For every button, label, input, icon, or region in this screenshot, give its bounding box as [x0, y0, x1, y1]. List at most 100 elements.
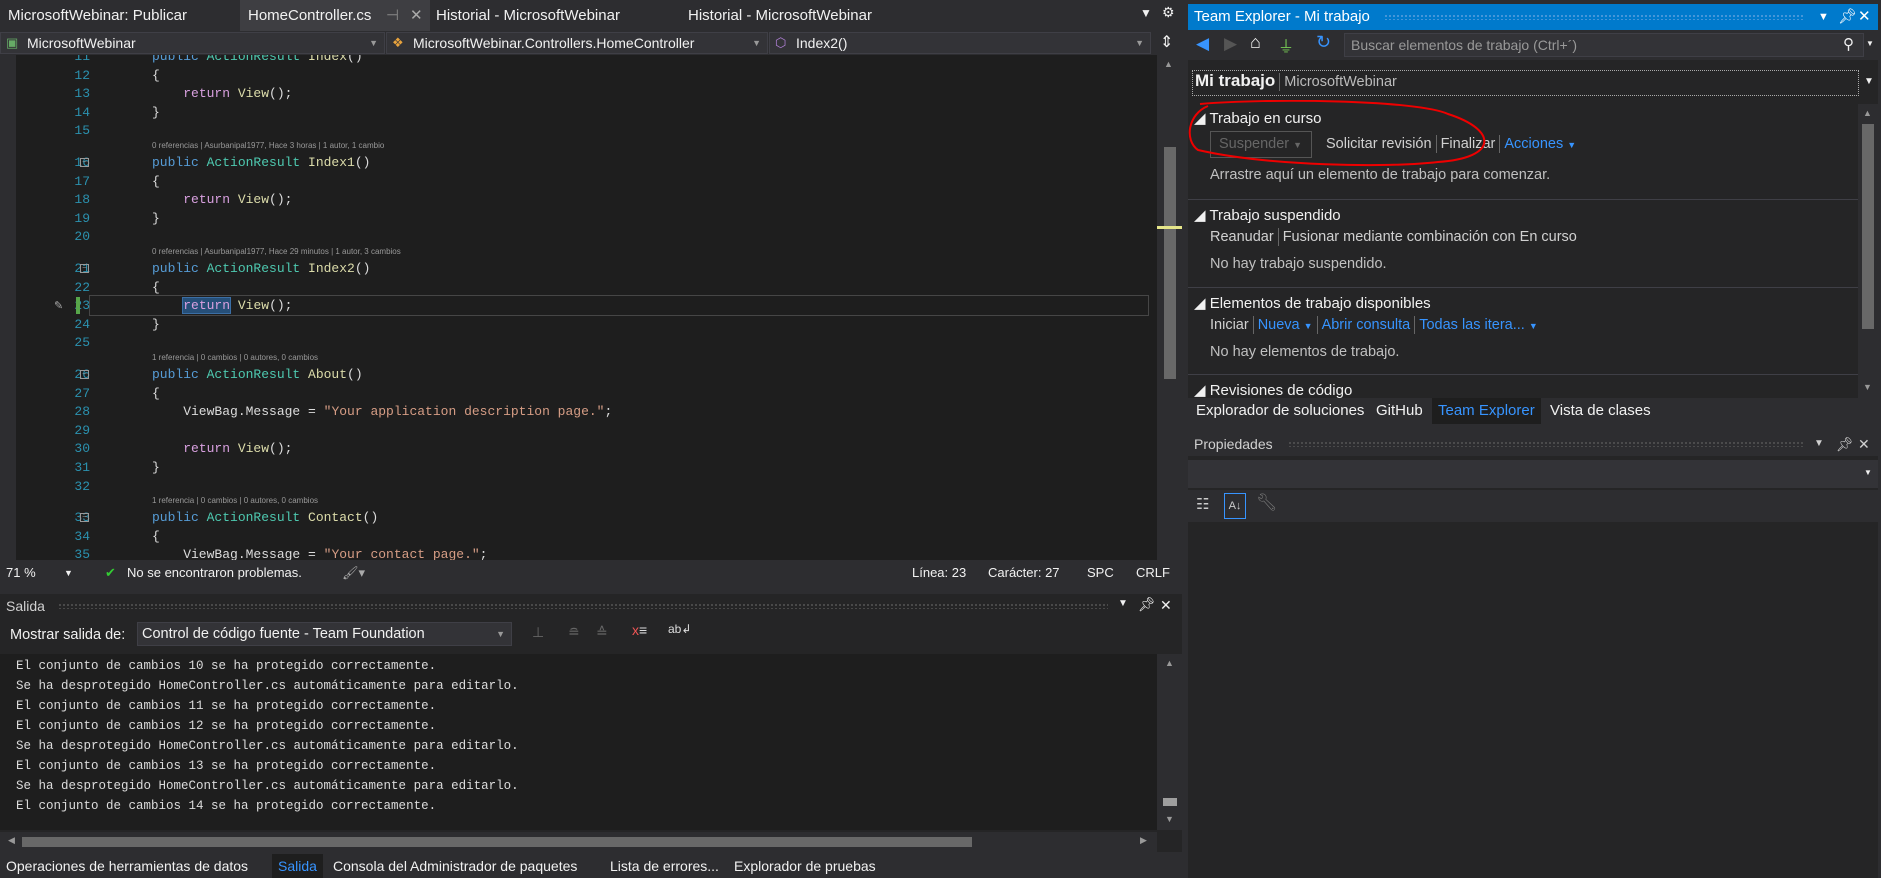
tab-output[interactable]: Salida — [272, 854, 323, 878]
code-line[interactable]: 17 { — [0, 172, 1157, 191]
open-query-link[interactable]: Abrir consulta — [1322, 317, 1411, 333]
start-link[interactable]: Iniciar — [1210, 317, 1249, 333]
scroll-up-icon[interactable]: ▲ — [1165, 658, 1174, 668]
codelens-info[interactable]: 1 referencia | 0 cambios | 0 autores, 0 … — [152, 496, 318, 505]
code-line[interactable]: 24} — [0, 315, 1157, 334]
word-wrap-icon[interactable]: ab↲ — [668, 622, 691, 636]
code-line[interactable]: 35 ViewBag.Message = "Your contact page.… — [0, 545, 1157, 560]
code-line[interactable]: 15 — [0, 121, 1157, 140]
next-message-icon[interactable]: ≙ — [596, 624, 608, 641]
drag-handle[interactable] — [58, 603, 1108, 609]
refresh-icon[interactable]: ↻ — [1316, 32, 1331, 53]
code-line[interactable]: 16− public ActionResult Index1() — [0, 153, 1157, 172]
code-line[interactable]: 28 ViewBag.Message = "Your application d… — [0, 402, 1157, 421]
section-header[interactable]: ◢ Revisiones de código — [1194, 381, 1352, 398]
close-icon[interactable]: ✕ — [1858, 4, 1871, 30]
code-line[interactable]: 33− public ActionResult Contact() — [0, 508, 1157, 527]
output-horizontal-scrollbar[interactable]: ◀ ▶ — [0, 832, 1157, 852]
team-explorer-scrollbar[interactable]: ▲ ▼ — [1858, 104, 1878, 398]
close-icon[interactable]: ✕ — [1160, 597, 1172, 614]
output-source-select[interactable]: Control de código fuente - Team Foundati… — [137, 622, 512, 646]
connect-icon[interactable]: ⏚ — [1278, 33, 1294, 57]
scrollbar-thumb[interactable] — [22, 837, 972, 847]
section-header[interactable]: ◢ Elementos de trabajo disponibles — [1194, 294, 1431, 312]
property-pages-icon[interactable]: 🔧︎ — [1256, 493, 1278, 513]
problems-status[interactable]: No se encontraron problemas. — [127, 560, 302, 586]
scrollbar-thumb[interactable] — [1862, 124, 1874, 329]
scrollbar-thumb[interactable] — [1163, 798, 1177, 806]
codelens-info[interactable]: 1 referencia | 0 cambios | 0 autores, 0 … — [152, 353, 318, 362]
brush-icon[interactable]: 🖌▾ — [342, 560, 365, 586]
dropdown-icon[interactable]: ▼ — [1818, 4, 1829, 30]
scroll-down-icon[interactable]: ▼ — [1165, 814, 1174, 824]
code-line[interactable]: 31} — [0, 458, 1157, 477]
quick-action-icon[interactable]: ✎ — [54, 296, 63, 315]
clear-all-icon[interactable]: x≡ — [632, 622, 647, 638]
iterations-menu[interactable]: Todas las itera... — [1419, 317, 1525, 333]
chevron-down-icon[interactable]: ▼ — [1864, 76, 1874, 87]
search-icon[interactable]: ⚲ — [1843, 35, 1854, 53]
home-icon[interactable]: ⌂ — [1250, 32, 1261, 53]
scroll-up-icon[interactable]: ▲ — [1863, 108, 1872, 118]
zoom-dropdown-icon[interactable]: ▼ — [64, 560, 73, 586]
output-text[interactable]: El conjunto de cambios 10 se ha protegid… — [0, 654, 1157, 830]
close-icon[interactable]: ✕ — [410, 0, 423, 31]
drag-handle[interactable] — [1288, 441, 1803, 447]
tab-historial-2[interactable]: Historial - MicrosoftWebinar — [680, 0, 880, 31]
code-line[interactable]: 18 return View(); — [0, 190, 1157, 209]
tab-error-list[interactable]: Lista de errores... — [604, 854, 725, 878]
code-line[interactable]: 14} — [0, 103, 1157, 122]
pin-icon[interactable]: 📌︎ — [1138, 596, 1156, 613]
code-line[interactable]: 19} — [0, 209, 1157, 228]
code-line[interactable]: 23 ✎ return View(); — [54, 295, 1149, 317]
code-line[interactable]: 12 { — [0, 66, 1157, 85]
scroll-up-icon[interactable]: ▲ — [1164, 59, 1173, 69]
code-line[interactable]: 32 — [0, 477, 1157, 496]
member-combo[interactable]: ⬡ Index2() ▼ — [769, 32, 1151, 54]
work-item-search-input[interactable]: Buscar elementos de trabajo (Ctrl+´) — [1344, 33, 1864, 57]
resume-link[interactable]: Reanudar — [1210, 229, 1274, 245]
collapse-icon[interactable]: − — [80, 370, 89, 379]
tab-team-explorer[interactable]: Team Explorer — [1432, 398, 1541, 424]
tab-data-tools[interactable]: Operaciones de herramientas de datos — [0, 854, 254, 878]
new-menu[interactable]: Nueva — [1258, 317, 1300, 333]
tab-solution-explorer[interactable]: Explorador de soluciones — [1190, 398, 1370, 424]
code-line[interactable]: 34 { — [0, 527, 1157, 546]
close-icon[interactable]: ✕ — [1858, 432, 1870, 456]
code-line[interactable]: 29 — [0, 421, 1157, 440]
output-vertical-scrollbar[interactable]: ▲ ▼ — [1157, 654, 1182, 830]
page-selector[interactable]: Mi trabajo MicrosoftWebinar — [1192, 70, 1859, 96]
editor-vertical-scrollbar[interactable]: ▲ — [1157, 55, 1182, 560]
pin-icon[interactable]: 📌︎ — [1836, 432, 1854, 456]
alphabetical-icon[interactable]: A↓ — [1224, 493, 1246, 519]
previous-message-icon[interactable]: ≘ — [568, 624, 580, 641]
chevron-down-icon[interactable]: ▼ — [1866, 39, 1874, 48]
code-line[interactable]: 22 { — [0, 278, 1157, 297]
tab-github[interactable]: GitHub — [1370, 398, 1429, 424]
find-message-icon[interactable]: ⊥ — [532, 624, 544, 641]
codelens-info[interactable]: 0 referencias | Asurbanipal1977, Hace 3 … — [152, 141, 384, 150]
code-line[interactable]: 20 — [0, 227, 1157, 246]
forward-icon[interactable]: ▶ — [1224, 34, 1237, 54]
scroll-down-icon[interactable]: ▼ — [1863, 382, 1872, 392]
scroll-right-icon[interactable]: ▶ — [1140, 835, 1147, 846]
object-selector[interactable]: ▼ — [1188, 460, 1878, 488]
dropdown-icon[interactable]: ▼ — [1118, 598, 1128, 609]
code-editor[interactable]: 11 public ActionResult Index() 12{13 retur… — [0, 55, 1157, 560]
codelens-info[interactable]: 0 referencias | Asurbanipal1977, Hace 29… — [152, 247, 401, 256]
merge-link[interactable]: Fusionar mediante combinación con En cur… — [1283, 229, 1577, 245]
code-line[interactable]: 25 — [0, 333, 1157, 352]
split-window-icon[interactable]: ⇕ — [1160, 32, 1173, 52]
pin-icon[interactable]: ⊣ — [386, 0, 399, 31]
gear-icon[interactable]: ⚙ — [1162, 4, 1175, 21]
tab-publicar[interactable]: MicrosoftWebinar: Publicar — [0, 0, 195, 31]
class-combo[interactable]: ❖ MicrosoftWebinar.Controllers.HomeContro… — [386, 32, 768, 54]
drag-handle[interactable] — [1384, 14, 1804, 20]
tab-package-manager[interactable]: Consola del Administrador de paquetes — [327, 854, 583, 878]
tab-class-view[interactable]: Vista de clases — [1544, 398, 1657, 424]
code-line[interactable]: 21− public ActionResult Index2() — [0, 259, 1157, 278]
tab-test-explorer[interactable]: Explorador de pruebas — [728, 854, 882, 878]
tab-homecontroller[interactable]: HomeController.cs ⊣ ✕ — [240, 0, 430, 31]
scroll-left-icon[interactable]: ◀ — [8, 835, 15, 846]
scrollbar-thumb[interactable] — [1164, 147, 1176, 379]
